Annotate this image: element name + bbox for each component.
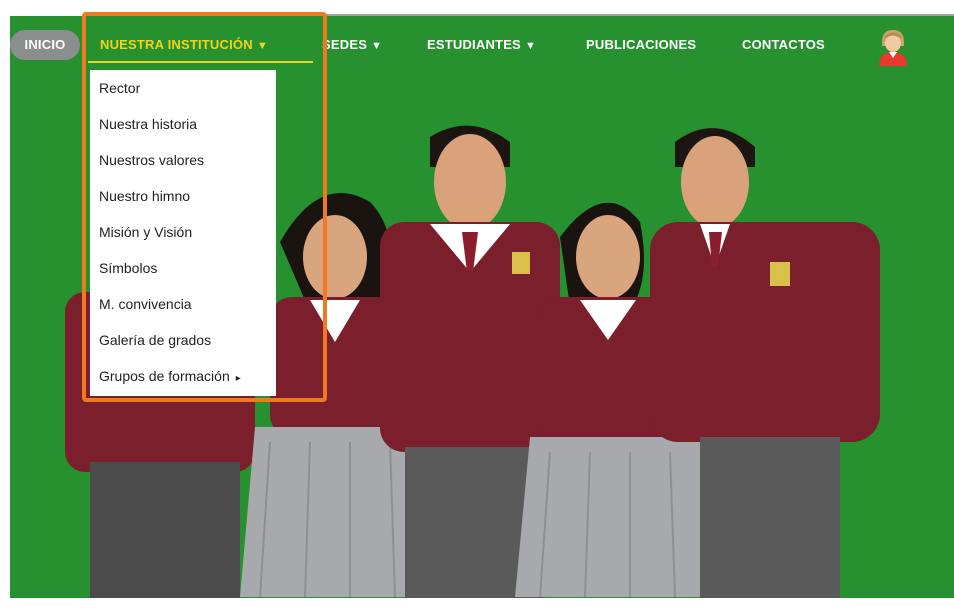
dropdown-item-galeria-grados[interactable]: Galería de grados [90, 322, 276, 358]
dropdown-item-rector[interactable]: Rector [90, 70, 276, 106]
institucion-dropdown-menu: Rector Nuestra historia Nuestros valores… [90, 70, 276, 396]
caret-right-icon: ▸ [235, 373, 241, 384]
nav-contactos[interactable]: CONTACTOS [742, 30, 825, 60]
chevron-down-icon: ▼ [256, 40, 268, 52]
user-avatar-icon[interactable] [873, 28, 913, 66]
active-tab-underline [88, 61, 313, 63]
chevron-down-icon: ▼ [524, 40, 537, 52]
dropdown-item-grupos-formacion-label: Grupos de formación [99, 368, 230, 384]
nav-sedes[interactable]: SEDES ▼ [322, 30, 382, 60]
nav-estudiantes-label: ESTUDIANTES [427, 37, 521, 52]
nav-nuestra-institucion[interactable]: NUESTRA INSTITUCIÓN ▼ [100, 30, 268, 60]
nav-publicaciones[interactable]: PUBLICACIONES [586, 30, 696, 60]
dropdown-item-grupos-formacion[interactable]: Grupos de formación ▸ [90, 358, 276, 394]
nav-inicio[interactable]: INICIO [10, 30, 80, 60]
nav-nuestra-institucion-label: NUESTRA INSTITUCIÓN [100, 37, 253, 52]
dropdown-item-mision-vision[interactable]: Misión y Visión [90, 214, 276, 250]
nav-sedes-label: SEDES [322, 37, 368, 52]
dropdown-item-simbolos[interactable]: Símbolos [90, 250, 276, 286]
dropdown-item-nuestros-valores[interactable]: Nuestros valores [90, 142, 276, 178]
dropdown-item-convivencia[interactable]: M. convivencia [90, 286, 276, 322]
chevron-down-icon: ▼ [371, 40, 383, 52]
nav-estudiantes[interactable]: ESTUDIANTES ▼ [427, 30, 536, 60]
dropdown-item-nuestra-historia[interactable]: Nuestra historia [90, 106, 276, 142]
dropdown-item-nuestro-himno[interactable]: Nuestro himno [90, 178, 276, 214]
header-divider [90, 14, 954, 16]
